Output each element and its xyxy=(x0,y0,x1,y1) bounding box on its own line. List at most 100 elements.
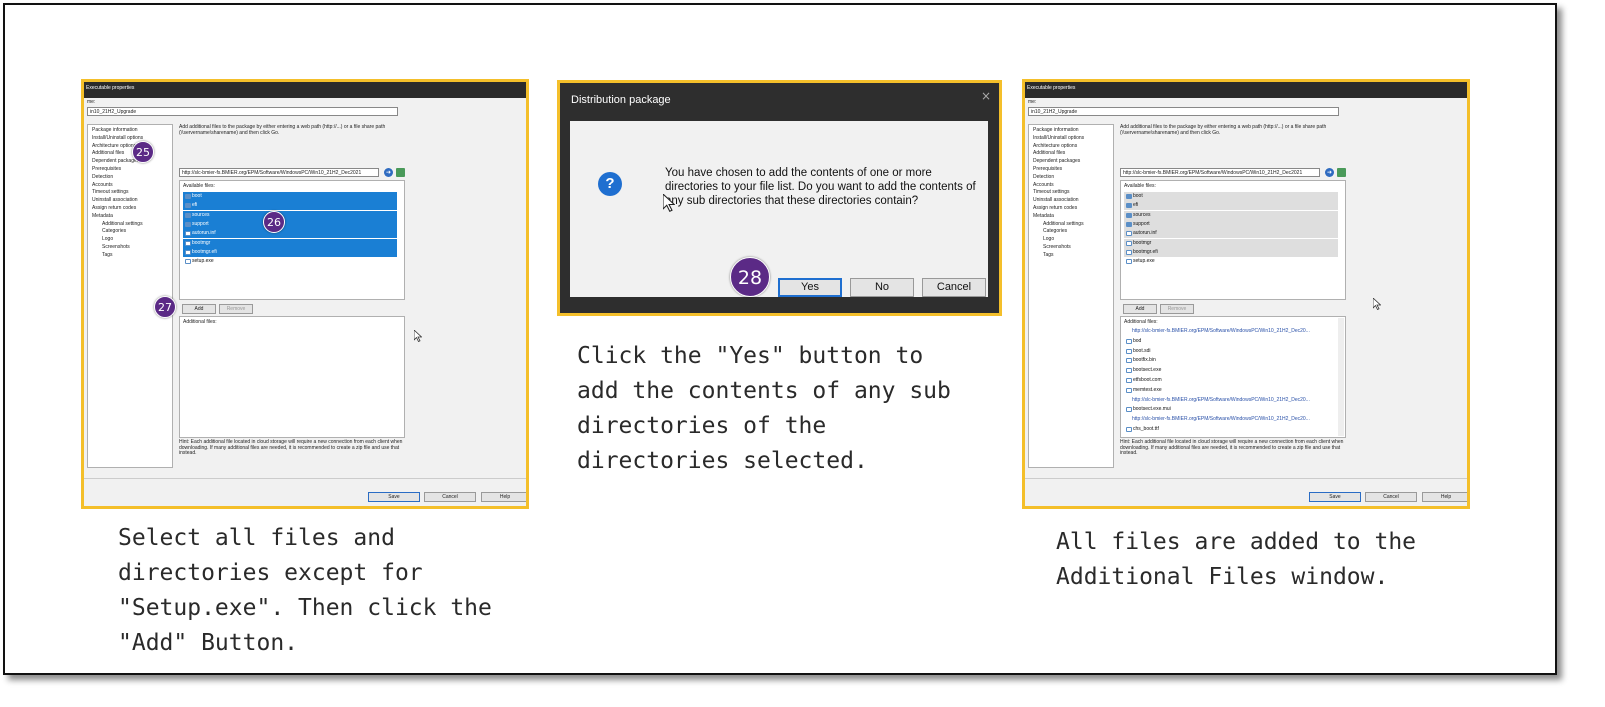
help-button[interactable]: Help xyxy=(481,492,526,502)
tree-subitem[interactable]: Tags xyxy=(1043,252,1054,259)
file-row[interactable]: chs_boot.ttf xyxy=(1124,425,1334,434)
file-row[interactable]: bootmgr xyxy=(1124,238,1338,248)
yes-button[interactable]: Yes xyxy=(778,278,842,297)
folder-icon xyxy=(1126,221,1132,227)
tree-item[interactable]: Detection xyxy=(1033,174,1054,181)
folder-path: http://slc-bmier-fs.BMIER.org/EPM/Softwa… xyxy=(1132,396,1310,403)
folder-path-row[interactable]: http://slc-bmier-fs.BMIER.org/EPM/Softwa… xyxy=(1124,396,1334,405)
tree-subitem[interactable]: Tags xyxy=(102,252,113,259)
tree-subitem[interactable]: Additional settings xyxy=(1043,221,1084,228)
cancel-button[interactable]: Cancel xyxy=(1365,492,1417,502)
file-row[interactable]: support xyxy=(183,219,397,229)
tree-subitem[interactable]: Screenshots xyxy=(1043,244,1071,251)
dialog-body: ? You have chosen to add the contents of… xyxy=(570,121,988,297)
scrollbar[interactable] xyxy=(1338,318,1344,436)
file-row[interactable]: autorun.inf xyxy=(1124,229,1338,239)
middle-screenshot: Distribution package × ? You have chosen… xyxy=(557,80,1002,316)
add-button[interactable]: Add xyxy=(182,304,216,314)
tree-item[interactable]: Timeout settings xyxy=(1033,190,1070,196)
file-icon xyxy=(185,259,191,265)
file-row[interactable]: autorun.inf xyxy=(183,229,397,239)
file-icon xyxy=(185,240,191,246)
tree-item[interactable]: Timeout settings xyxy=(92,190,129,196)
browse-folder-icon[interactable] xyxy=(1337,168,1346,177)
save-button[interactable]: Save xyxy=(368,492,420,502)
file-row[interactable]: efi xyxy=(1124,201,1338,211)
right-screenshot: Executable properties me: in10_21H2_Upgr… xyxy=(1022,79,1470,509)
tree-subitem[interactable]: Categories xyxy=(1043,229,1067,235)
file-row[interactable]: boot.sdi xyxy=(1124,347,1334,356)
tree-item[interactable]: Accounts xyxy=(92,182,113,189)
add-button[interactable]: Add xyxy=(1123,304,1157,314)
path-input[interactable]: http://slc-bmier-fs.BMIER.org/EPM/Softwa… xyxy=(179,168,379,177)
tree-item[interactable]: Additional files xyxy=(1033,151,1065,157)
tree-item[interactable]: Assign return codes xyxy=(92,205,136,212)
remove-button[interactable]: Remove xyxy=(1160,304,1194,314)
file-row[interactable]: support xyxy=(1124,219,1338,229)
tree-subitem[interactable]: Categories xyxy=(102,229,126,235)
browse-folder-icon[interactable] xyxy=(396,168,405,177)
file-row[interactable]: bootsect.exe xyxy=(1124,366,1334,375)
folder-icon xyxy=(185,194,191,199)
tree-item[interactable]: Metadata xyxy=(92,213,113,220)
cancel-button[interactable]: Cancel xyxy=(922,278,986,297)
tree-item[interactable]: Accounts xyxy=(1033,182,1054,189)
folder-path-row[interactable]: http://slc-bmier-fs.BMIER.org/EPM/Softwa… xyxy=(1124,415,1334,424)
additional-files-list: Additional files: http://slc-bmier-fs.BM… xyxy=(1120,316,1346,438)
file-row[interactable]: memtest.exe xyxy=(1124,386,1334,395)
no-button[interactable]: No xyxy=(850,278,914,297)
file-row[interactable]: bootmgr xyxy=(183,238,397,248)
file-name: etfsboot.com xyxy=(1133,377,1162,383)
tree-item[interactable]: Detection xyxy=(92,174,113,181)
tree-item[interactable]: Package information xyxy=(92,127,138,134)
tree-subitem[interactable]: Logo xyxy=(1043,237,1054,243)
tree-item[interactable]: Prerequisites xyxy=(92,166,121,173)
file-icon xyxy=(1126,348,1132,354)
file-row[interactable]: bootmgr.efi xyxy=(183,247,397,257)
name-input[interactable]: in10_21H2_Upgrade xyxy=(87,107,398,116)
file-row[interactable]: etfsboot.com xyxy=(1124,376,1334,385)
tree-item[interactable]: Uninstall association xyxy=(1033,198,1079,204)
tree-item[interactable]: Additional files xyxy=(92,151,124,157)
file-row[interactable]: sources xyxy=(183,210,397,220)
tree-item[interactable]: Dependent packages xyxy=(1033,159,1080,165)
tree-subitem[interactable]: Screenshots xyxy=(102,244,130,251)
path-input[interactable]: http://slc-bmier-fs.BMIER.org/EPM/Softwa… xyxy=(1120,168,1320,177)
file-row[interactable]: bootfix.bin xyxy=(1124,356,1334,365)
file-row[interactable]: boot xyxy=(1124,192,1338,201)
cancel-button[interactable]: Cancel xyxy=(424,492,476,502)
help-button[interactable]: Help xyxy=(1422,492,1467,502)
tree-item[interactable]: Architecture options xyxy=(1033,143,1077,150)
tree-item[interactable]: Architecture options xyxy=(92,143,136,150)
name-input[interactable]: in10_21H2_Upgrade xyxy=(1028,107,1339,116)
tree-item[interactable]: Assign return codes xyxy=(1033,205,1077,212)
file-name: memtest.exe xyxy=(1133,386,1162,393)
file-name: autorun.inf xyxy=(192,230,216,237)
remove-button[interactable]: Remove xyxy=(219,304,253,314)
tree-item[interactable]: Install/Uninstall options xyxy=(1033,135,1084,142)
file-row[interactable]: bootsect.exe.mui xyxy=(1124,405,1334,414)
folder-path-row[interactable]: http://slc-bmier-fs.BMIER.org/EPM/Softwa… xyxy=(1124,327,1334,336)
file-icon xyxy=(185,231,191,237)
go-arrow-icon[interactable]: ➜ xyxy=(384,168,393,177)
file-row[interactable]: sources xyxy=(1124,210,1338,220)
file-row[interactable]: bootmgr.efi xyxy=(1124,247,1338,257)
file-row[interactable]: bod xyxy=(1124,337,1334,346)
file-icon xyxy=(185,249,191,255)
tree-item[interactable]: Uninstall association xyxy=(92,198,138,204)
file-row[interactable]: setup.exe xyxy=(183,257,397,266)
tree-subitem[interactable]: Additional settings xyxy=(102,221,143,228)
tree-item[interactable]: Install/Uninstall options xyxy=(92,135,143,142)
tree-subitem[interactable]: Logo xyxy=(102,237,113,243)
file-row[interactable]: boot xyxy=(183,192,397,201)
file-row[interactable]: setup.exe xyxy=(1124,257,1338,266)
file-name: bootsect.exe xyxy=(1133,367,1162,374)
tree-item[interactable]: Prerequisites xyxy=(1033,166,1062,173)
save-button[interactable]: Save xyxy=(1309,492,1361,502)
tree-item[interactable]: Dependent packages xyxy=(92,159,139,165)
close-icon[interactable]: × xyxy=(981,89,991,103)
file-row[interactable]: efi xyxy=(183,201,397,211)
go-arrow-icon[interactable]: ➜ xyxy=(1325,168,1334,177)
tree-item[interactable]: Metadata xyxy=(1033,213,1054,220)
tree-item[interactable]: Package information xyxy=(1033,127,1079,134)
